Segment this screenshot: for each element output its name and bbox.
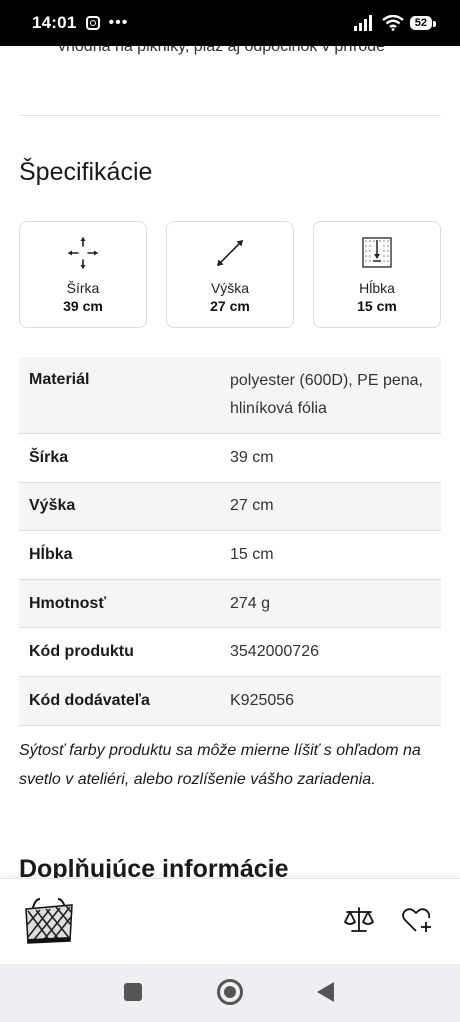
- table-row: Kód dodávateľa K925056: [19, 676, 441, 726]
- width-card-label: Šírka: [66, 280, 100, 296]
- product-thumbnail-image[interactable]: [20, 895, 78, 947]
- more-notifications-icon: •••: [108, 14, 129, 31]
- table-row: Hmotnosť 274 g: [19, 579, 441, 629]
- scale-compare-icon[interactable]: [343, 905, 375, 935]
- spec-value: K925056: [230, 676, 441, 726]
- specifications-table: Materiál polyester (600D), PE pena, hlin…: [19, 357, 441, 726]
- battery-indicator: 52: [409, 16, 437, 30]
- height-diagonal-icon: [217, 240, 243, 266]
- wifi-icon: [382, 15, 404, 31]
- sticky-product-bar: [0, 878, 460, 964]
- spec-key: Kód produktu: [19, 627, 230, 677]
- spec-value: 274 g: [230, 579, 441, 629]
- height-card: Výška 27 cm: [166, 221, 294, 328]
- instagram-notification-icon: [86, 16, 101, 30]
- spec-value: 3542000726: [230, 627, 441, 677]
- spec-key: Materiál: [19, 357, 230, 434]
- height-card-label: Výška: [210, 280, 250, 296]
- divider: [19, 115, 441, 116]
- color-disclaimer-note: Sýtosť farby produktu sa môže mierne líš…: [19, 742, 421, 788]
- table-row: Materiál polyester (600D), PE pena, hlin…: [19, 357, 441, 434]
- spec-value: 27 cm: [230, 482, 441, 532]
- system-navigation-bar: [0, 964, 460, 1022]
- specifications-title: Špecifikácie: [19, 158, 153, 186]
- spec-value: 39 cm: [230, 433, 441, 483]
- depth-card-value: 15 cm: [357, 298, 397, 314]
- spec-key: Kód dodávateľa: [19, 676, 230, 726]
- dimension-cards: Šírka 39 cm Výška 27 cm Hĺbka 15 cm: [19, 221, 441, 328]
- depth-card: Hĺbka 15 cm: [313, 221, 441, 328]
- height-card-value: 27 cm: [210, 298, 250, 314]
- table-row: Šírka 39 cm: [19, 433, 441, 483]
- spec-key: Hmotnosť: [19, 579, 230, 629]
- previous-paragraph-text: vhodná na pikniky, pláž aj odpočinok v p…: [58, 46, 386, 55]
- table-row: Hĺbka 15 cm: [19, 530, 441, 580]
- spec-value: 15 cm: [230, 530, 441, 580]
- status-bar: 14:01 ••• 52: [0, 0, 460, 46]
- depth-card-label: Hĺbka: [359, 280, 395, 296]
- table-row: Výška 27 cm: [19, 482, 441, 532]
- spec-key: Hĺbka: [19, 530, 230, 580]
- spec-key: Výška: [19, 482, 230, 532]
- depth-icon: [362, 237, 392, 268]
- heart-plus-icon[interactable]: [401, 905, 433, 935]
- back-triangle-icon[interactable]: [317, 982, 334, 1002]
- width-card-value: 39 cm: [63, 298, 103, 314]
- status-indicators: 52: [353, 15, 437, 31]
- recent-apps-square-icon[interactable]: [124, 983, 142, 1001]
- width-card: Šírka 39 cm: [19, 221, 147, 328]
- spec-key: Šírka: [19, 433, 230, 483]
- width-arrows-icon: [68, 237, 98, 269]
- signal-icon: [353, 15, 372, 31]
- spec-value: polyester (600D), PE pena, hliníková fól…: [230, 357, 441, 434]
- previous-paragraph: vhodná na pikniky, pláž aj odpočinok v p…: [58, 46, 438, 56]
- home-circle-icon[interactable]: [217, 979, 243, 1005]
- status-time: 14:01: [32, 13, 77, 32]
- table-row: Kód produktu 3542000726: [19, 627, 441, 677]
